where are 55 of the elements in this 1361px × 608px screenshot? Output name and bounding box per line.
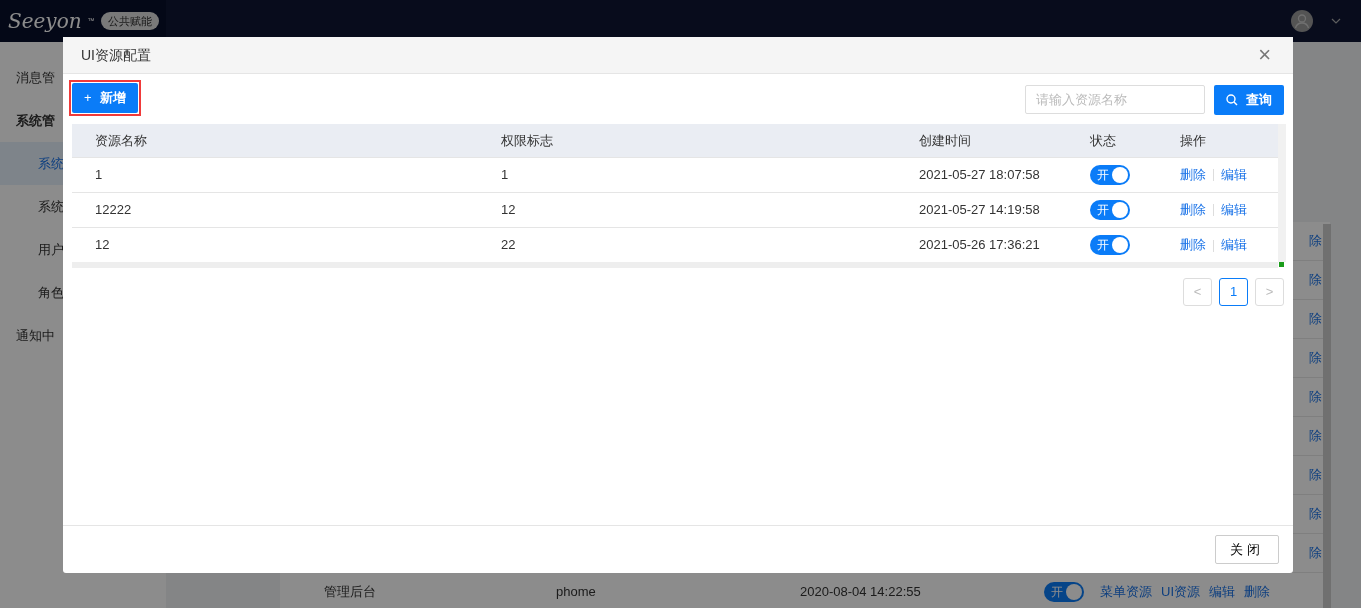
- close-button[interactable]: ×: [1254, 44, 1275, 66]
- toggle-switch[interactable]: 开: [1090, 199, 1130, 220]
- table-cell: 1: [478, 157, 896, 192]
- table-cell: 2021-05-27 18:07:58: [896, 157, 1067, 192]
- table-cell: 2021-05-26 17:36:21: [896, 227, 1067, 262]
- table-cell: 1: [72, 157, 478, 192]
- action-link[interactable]: 删除: [1180, 166, 1206, 182]
- action-link[interactable]: 菜单资源: [1100, 582, 1152, 602]
- chevron-down-icon[interactable]: [1331, 18, 1341, 24]
- toggle-switch[interactable]: 开: [1090, 164, 1130, 185]
- table-cell-text: phome: [556, 583, 597, 602]
- action-link[interactable]: 删除: [1180, 201, 1206, 217]
- search-button[interactable]: 查询: [1214, 84, 1284, 115]
- avatar-icon[interactable]: [1291, 10, 1313, 32]
- scrollbar[interactable]: [1278, 124, 1286, 262]
- search-field[interactable]: 请输入资源名称: [1025, 85, 1205, 114]
- dialog-title: UI资源配置: [81, 45, 151, 65]
- delete-link[interactable]: 除: [1309, 465, 1322, 485]
- badge-label: 公共赋能: [100, 11, 159, 31]
- close-button[interactable]: 关闭: [1215, 535, 1279, 564]
- table-cell-text: 2020-08-04 14:22:55: [800, 583, 922, 602]
- column-header: 资源名称: [72, 124, 478, 157]
- toggle-switch[interactable]: 开: [1090, 234, 1130, 255]
- add-button[interactable]: + 新增: [72, 83, 138, 113]
- action-link[interactable]: 删除: [1244, 582, 1270, 602]
- table-cell: 22: [478, 227, 896, 262]
- action-link[interactable]: 删除: [1180, 237, 1206, 252]
- action-link[interactable]: 编辑: [1221, 237, 1247, 252]
- search-icon: [1226, 93, 1238, 106]
- action-link[interactable]: UI资源: [1161, 582, 1200, 602]
- delete-link[interactable]: 除: [1309, 270, 1322, 290]
- table-cell: 12: [478, 192, 896, 227]
- logo: Seeyon: [8, 8, 82, 35]
- page-button[interactable]: 1: [1219, 278, 1248, 306]
- delete-link[interactable]: 除: [1309, 387, 1322, 407]
- table-cell: 12222: [72, 192, 478, 227]
- delete-link[interactable]: 除: [1309, 543, 1322, 563]
- table-cell: 2021-05-27 14:19:58: [896, 192, 1067, 227]
- delete-link[interactable]: 除: [1309, 426, 1322, 446]
- delete-link[interactable]: 除: [1309, 309, 1322, 329]
- toggle-switch[interactable]: 开: [1044, 582, 1084, 602]
- action-link[interactable]: 编辑: [1209, 582, 1235, 602]
- column-header: 操作: [1157, 124, 1278, 157]
- delete-link[interactable]: 除: [1309, 348, 1322, 368]
- column-header: 状态: [1067, 124, 1157, 157]
- scrollbar[interactable]: [1323, 224, 1331, 608]
- delete-link[interactable]: 除: [1309, 231, 1322, 251]
- action-link[interactable]: 编辑: [1221, 201, 1247, 217]
- delete-link[interactable]: 除: [1309, 504, 1322, 524]
- table-cell: 12: [72, 227, 478, 262]
- column-header: 创建时间: [896, 124, 1067, 157]
- table-cell-text: 管理后台: [324, 583, 377, 602]
- column-header: 权限标志: [478, 124, 896, 157]
- action-link[interactable]: 编辑: [1221, 166, 1247, 182]
- resize-handle-icon: [1279, 262, 1284, 267]
